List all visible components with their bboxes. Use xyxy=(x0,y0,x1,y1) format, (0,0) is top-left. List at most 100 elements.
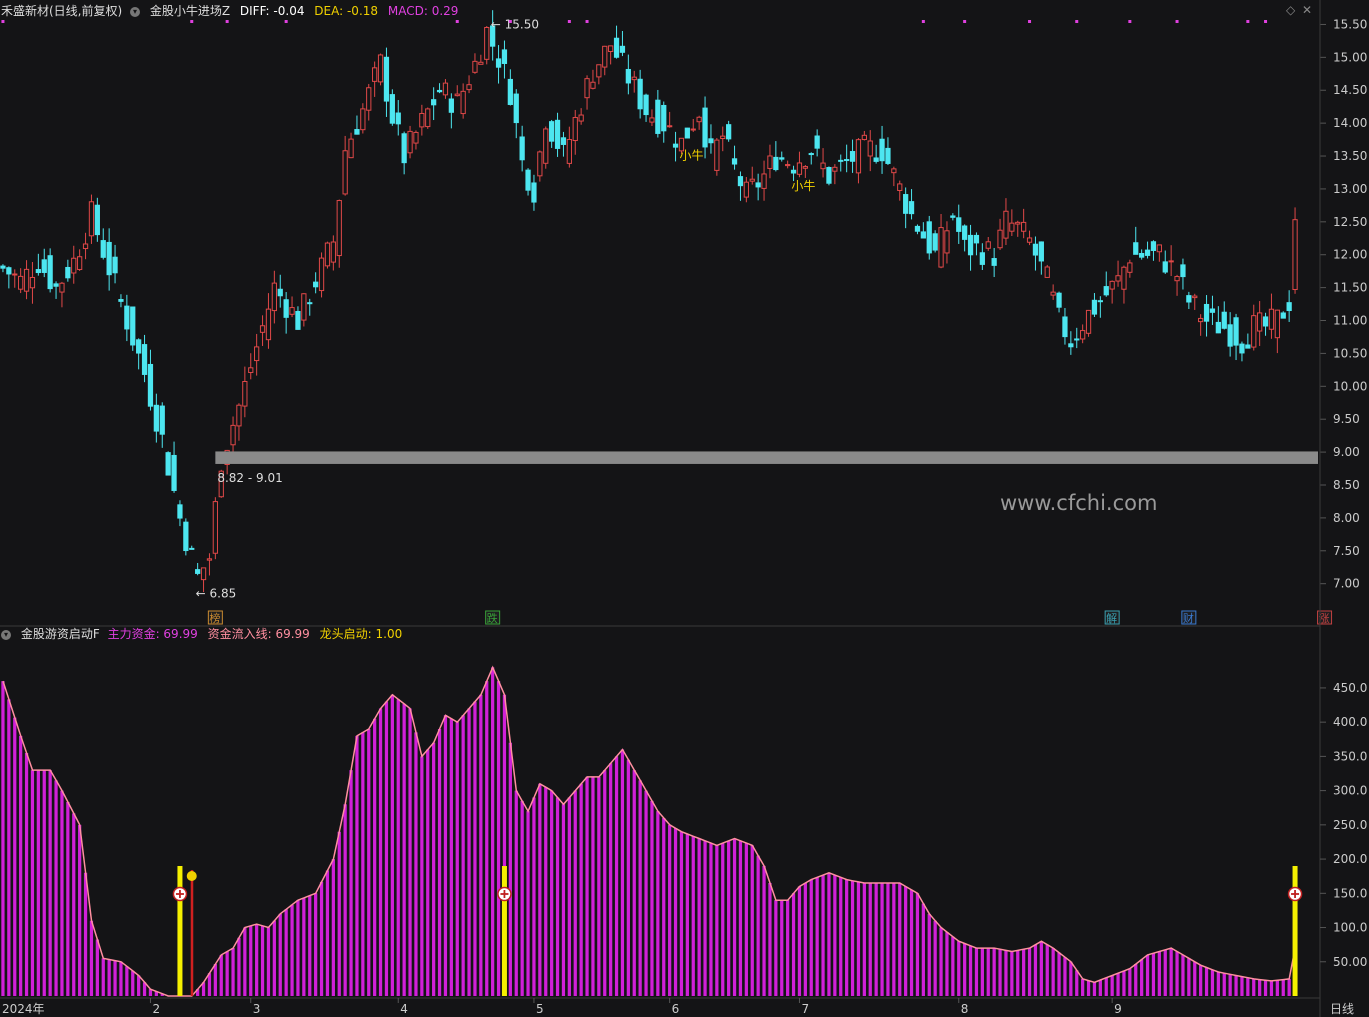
stock-chart[interactable]: 15.50 15.00 14.50 14.00 13.50 13.00 12.50 12.00… xyxy=(0,0,1369,1017)
candle-body xyxy=(330,241,336,263)
candle-body xyxy=(1127,262,1133,273)
candle-body xyxy=(649,117,655,123)
candle-body xyxy=(431,99,437,106)
candle-body xyxy=(661,104,667,132)
dropdown-icon[interactable]: ▾ xyxy=(1,629,11,640)
diff-value: DIFF: -0.04 xyxy=(239,4,305,18)
signal-dot xyxy=(284,20,288,23)
candle-body xyxy=(425,108,431,128)
start-bar xyxy=(1292,866,1298,996)
low-annotation: ← 6.85 xyxy=(196,587,237,601)
candle-body xyxy=(796,162,803,175)
price-tick-label: 13.00 xyxy=(1333,182,1367,196)
candle-body xyxy=(967,234,974,256)
candle-body xyxy=(684,127,690,139)
sub-header: ▾ 金股游资启动F 主力资金: 69.99 资金流入线: 69.99 龙头启动:… xyxy=(1,626,408,642)
candle-body xyxy=(1257,312,1263,332)
diamond-icon[interactable]: ◇ xyxy=(1286,3,1295,17)
candle-body xyxy=(773,156,779,171)
dropdown-icon[interactable]: ▾ xyxy=(130,6,141,17)
indicator-name[interactable]: 金股小牛进场Z xyxy=(150,4,230,18)
event-label: 财 xyxy=(1183,611,1194,625)
candle-body xyxy=(106,241,112,276)
candle-body xyxy=(879,138,885,162)
candle-body xyxy=(702,107,708,148)
event-label: 解 xyxy=(1106,611,1117,625)
candle-body xyxy=(183,521,189,552)
fund-tick-label: 100.0 xyxy=(1333,921,1367,935)
candle-body xyxy=(731,158,738,165)
candle-body xyxy=(1038,241,1044,262)
candle-body xyxy=(23,268,30,292)
candle-body xyxy=(608,45,614,52)
candle-body xyxy=(242,381,248,407)
candle-body xyxy=(212,501,218,554)
candle-body xyxy=(1133,242,1139,255)
signal-dot xyxy=(455,20,459,23)
candle-body xyxy=(200,567,207,581)
candle-body xyxy=(908,201,915,215)
candle-body xyxy=(77,256,83,270)
candle-body xyxy=(230,424,236,446)
signal-dot xyxy=(1264,20,1268,23)
candle-body xyxy=(590,81,596,89)
candle-body xyxy=(12,273,18,276)
price-tick-label: 11.50 xyxy=(1333,281,1367,295)
candle-body xyxy=(979,252,985,265)
candle-body xyxy=(944,230,950,254)
candle-body xyxy=(478,61,484,65)
candle-body xyxy=(543,128,549,164)
event-label: 榜 xyxy=(209,611,220,625)
price-tick-label: 9.50 xyxy=(1333,412,1360,426)
candle-body xyxy=(1286,302,1292,312)
candle-body xyxy=(236,404,242,427)
candle-body xyxy=(153,404,159,432)
candle-body xyxy=(35,269,41,274)
candle-body xyxy=(844,159,850,162)
candle-body xyxy=(283,299,289,318)
candle-body xyxy=(560,137,567,145)
candle-body xyxy=(867,140,873,157)
candle-body xyxy=(189,547,195,550)
candle-body xyxy=(926,221,932,254)
candle-body xyxy=(141,344,148,375)
candle-body xyxy=(1180,264,1186,278)
candle-body xyxy=(749,178,755,182)
signal-dot xyxy=(1246,20,1250,23)
candle-body xyxy=(861,134,867,141)
candle-body xyxy=(1292,219,1298,291)
x-tick-label: 2 xyxy=(152,1002,160,1016)
candle-body xyxy=(495,58,502,68)
candle-body xyxy=(1150,241,1157,251)
candle-body xyxy=(696,116,702,123)
sub-indicator-name[interactable]: 金股游资启动F xyxy=(21,627,100,641)
candle-body xyxy=(1209,308,1216,313)
candle-body xyxy=(962,225,968,240)
x-tick-label: 7 xyxy=(801,1002,809,1016)
signal-dot xyxy=(963,20,967,23)
candle-body xyxy=(1085,309,1092,334)
candle-body xyxy=(1274,309,1280,339)
signal-dot xyxy=(1128,20,1132,23)
candle-body xyxy=(891,168,897,174)
money-bag-icon xyxy=(186,871,197,881)
fund-tick-label: 350.0 xyxy=(1333,749,1367,763)
candle-body xyxy=(1021,221,1027,232)
price-tick-label: 9.00 xyxy=(1333,445,1360,459)
candle-body xyxy=(65,266,71,279)
period-label[interactable]: 日线 xyxy=(1330,1001,1354,1017)
candle-body xyxy=(849,151,856,162)
candle-body xyxy=(112,256,118,274)
candle-body xyxy=(18,275,24,290)
candle-body xyxy=(566,139,572,164)
candle-body xyxy=(873,157,879,162)
close-icon[interactable]: ✕ xyxy=(1302,3,1312,17)
candle-body xyxy=(1227,324,1233,347)
candle-body xyxy=(419,112,425,128)
candle-body xyxy=(206,558,213,561)
candle-body xyxy=(1268,308,1275,330)
candle-body xyxy=(885,147,891,164)
signal-label: 小牛 xyxy=(679,147,703,162)
candle-body xyxy=(1109,280,1115,290)
price-tick-label: 14.50 xyxy=(1333,83,1367,97)
